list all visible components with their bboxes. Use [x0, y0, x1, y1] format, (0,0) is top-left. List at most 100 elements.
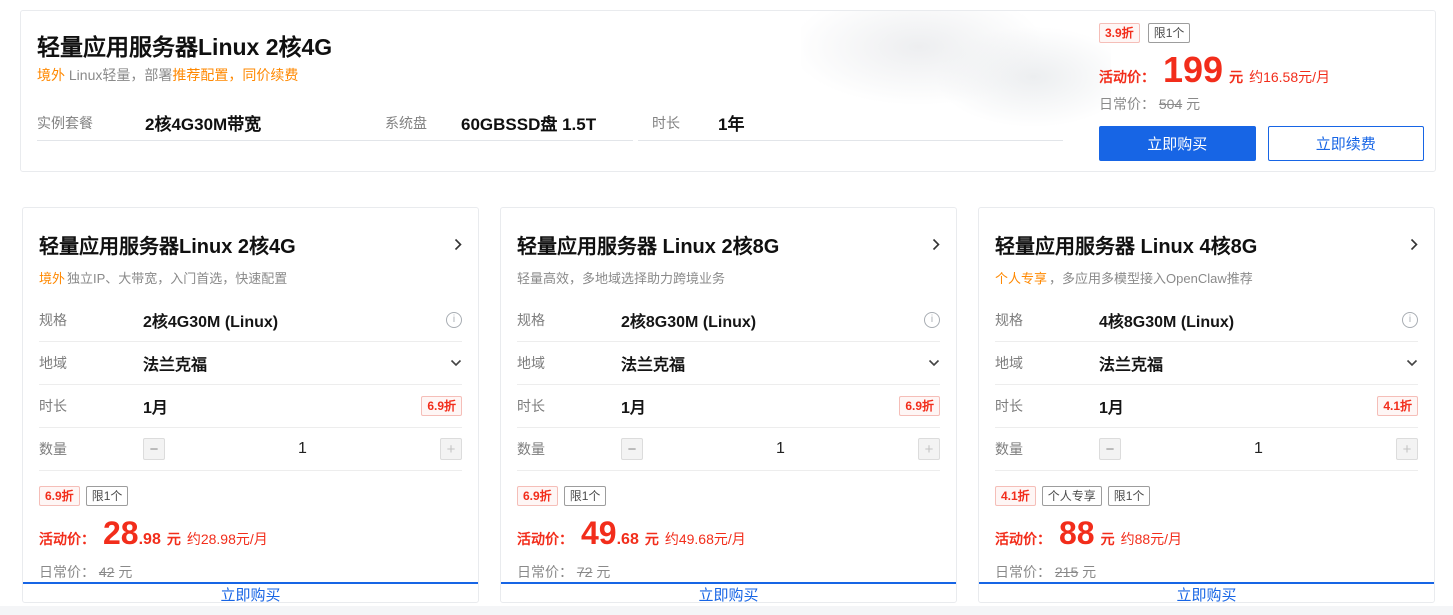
buy-now-button[interactable]: 立即购买 [501, 582, 956, 605]
activity-price: 活动价： 88 元 约88元/月 [979, 506, 1434, 549]
region-label: 地域 [995, 353, 1099, 373]
region-label: 地域 [517, 353, 621, 373]
featured-price-block: 3.9折 限1个 活动价： 199 元 约16.58元/月 日常价： 504 元… [1099, 23, 1424, 161]
field-label: 系统盘 [385, 113, 461, 133]
featured-subtitle: 境外 Linux轻量，部署推荐配置，同价续费 [37, 65, 298, 85]
card-desc-text: ，多应用多模型接入OpenClaw推荐 [1049, 271, 1253, 286]
card-title: 轻量应用服务器Linux 2核4G [39, 230, 296, 259]
daily-price-label: 日常价： [39, 564, 95, 580]
featured-field-package: 实例套餐 2核4G30M带宽 [37, 105, 383, 141]
spec-row: 规格 4核8G30M (Linux) i [995, 299, 1418, 342]
quantity-row: 数量 − 1 + [39, 428, 462, 471]
spec-value: 2核8G30M (Linux) [621, 308, 756, 332]
chevron-down-icon[interactable] [928, 359, 940, 367]
discount-badge: 3.9折 [1099, 23, 1140, 43]
chevron-right-icon[interactable] [454, 238, 462, 251]
card-desc-text: 独立IP、大带宽，入门首选，快速配置 [67, 271, 287, 286]
renew-now-button[interactable]: 立即续费 [1268, 126, 1425, 161]
daily-price-amount: 504 [1159, 96, 1182, 112]
daily-price: 日常价： 42 元 [23, 555, 478, 582]
info-icon[interactable]: i [1402, 312, 1418, 328]
price-amount: 88 [1059, 517, 1095, 549]
region-value: 法兰克福 [621, 351, 685, 375]
activity-price: 活动价： 28 .98 元 约28.98元/月 [23, 506, 478, 549]
product-card-2: 轻量应用服务器 Linux 2核8G 轻量高效，多地域选择助力跨境业务 规格 2… [500, 207, 957, 603]
price-monthly-approx: 约28.98元/月 [187, 529, 268, 549]
duration-row: 时长 1月 6.9折 [517, 385, 940, 428]
daily-price-label: 日常价： [995, 564, 1051, 580]
product-card-3: 轻量应用服务器 Linux 4核8G 个人专享 ，多应用多模型接入OpenClaw… [978, 207, 1435, 603]
card-title: 轻量应用服务器 Linux 4核8G [995, 230, 1257, 259]
price-unit: 元 [1101, 529, 1115, 549]
chevron-right-icon[interactable] [1410, 238, 1418, 251]
quantity-input[interactable]: 1 [643, 440, 918, 458]
chevron-right-icon[interactable] [932, 238, 940, 251]
quantity-label: 数量 [517, 439, 621, 459]
duration-value: 1月 [143, 394, 168, 418]
limit-badge: 限1个 [86, 486, 129, 506]
price-label: 活动价： [1099, 67, 1155, 87]
quantity-input[interactable]: 1 [1121, 440, 1396, 458]
daily-price-amount: 215 [1055, 564, 1078, 580]
quantity-plus-button[interactable]: + [1396, 438, 1418, 460]
quantity-minus-button[interactable]: − [143, 438, 165, 460]
quantity-minus-button[interactable]: − [1099, 438, 1121, 460]
spec-row: 规格 2核8G30M (Linux) i [517, 299, 940, 342]
duration-value: 1月 [621, 394, 646, 418]
region-row[interactable]: 地域 法兰克福 [517, 342, 940, 385]
quantity-label: 数量 [39, 439, 143, 459]
personal-badge: 个人专享 [1042, 486, 1102, 506]
daily-price: 日常价： 215 元 [979, 555, 1434, 582]
featured-badges: 3.9折 限1个 [1099, 23, 1424, 43]
quantity-minus-button[interactable]: − [621, 438, 643, 460]
featured-daily-price: 日常价： 504 元 [1099, 94, 1424, 114]
quantity-plus-button[interactable]: + [918, 438, 940, 460]
duration-row: 时长 1月 4.1折 [995, 385, 1418, 428]
featured-product-card: 轻量应用服务器Linux 2核4G 境外 Linux轻量，部署推荐配置，同价续费… [20, 10, 1436, 172]
daily-price: 日常价： 72 元 [501, 555, 956, 582]
product-card-1: 轻量应用服务器Linux 2核4G 境外独立IP、大带宽，入门首选，快速配置 规… [22, 207, 479, 603]
featured-title: 轻量应用服务器Linux 2核4G [37, 28, 332, 62]
featured-activity-price: 活动价： 199 元 约16.58元/月 [1099, 52, 1424, 88]
product-cards-row: 轻量应用服务器Linux 2核4G 境外独立IP、大带宽，入门首选，快速配置 规… [22, 207, 1435, 603]
field-label: 实例套餐 [37, 113, 145, 133]
field-value: 60GBSSD盘 1.5T [461, 110, 596, 135]
buy-now-button[interactable]: 立即购买 [23, 582, 478, 605]
region-row[interactable]: 地域 法兰克福 [995, 342, 1418, 385]
daily-price-amount: 72 [577, 564, 593, 580]
card-title: 轻量应用服务器 Linux 2核8G [517, 230, 779, 259]
info-icon[interactable]: i [924, 312, 940, 328]
info-icon[interactable]: i [446, 312, 462, 328]
duration-discount-badge: 4.1折 [1377, 396, 1418, 416]
duration-value: 1月 [1099, 394, 1124, 418]
card-badges: 6.9折 限1个 [23, 471, 478, 506]
daily-price-amount: 42 [99, 564, 115, 580]
featured-field-duration: 时长 1年 [638, 105, 1063, 141]
card-tag: 境外 [39, 271, 65, 286]
featured-buttons: 立即购买 立即续费 [1099, 126, 1424, 161]
price-unit: 元 [645, 529, 659, 549]
quantity-input[interactable]: 1 [165, 440, 440, 458]
price-monthly-approx: 约16.58元/月 [1249, 67, 1330, 87]
chevron-down-icon[interactable] [1406, 359, 1418, 367]
featured-desc-plain: Linux轻量，部署 [69, 67, 172, 83]
duration-label: 时长 [517, 396, 621, 416]
chevron-down-icon[interactable] [450, 359, 462, 367]
discount-badge: 6.9折 [39, 486, 80, 506]
spec-label: 规格 [517, 310, 621, 330]
limit-badge: 限1个 [1148, 23, 1191, 43]
field-value: 1年 [718, 110, 744, 135]
price-monthly-approx: 约49.68元/月 [665, 529, 746, 549]
duration-row: 时长 1月 6.9折 [39, 385, 462, 428]
buy-now-button[interactable]: 立即购买 [1099, 126, 1256, 161]
buy-now-button[interactable]: 立即购买 [979, 582, 1434, 605]
price-decimal: .68 [617, 531, 639, 549]
spec-value: 2核4G30M (Linux) [143, 308, 278, 332]
region-row[interactable]: 地域 法兰克福 [39, 342, 462, 385]
discount-badge: 6.9折 [517, 486, 558, 506]
price-amount: 28 [103, 517, 139, 549]
spec-value: 4核8G30M (Linux) [1099, 308, 1234, 332]
duration-label: 时长 [995, 396, 1099, 416]
spec-row: 规格 2核4G30M (Linux) i [39, 299, 462, 342]
quantity-plus-button[interactable]: + [440, 438, 462, 460]
